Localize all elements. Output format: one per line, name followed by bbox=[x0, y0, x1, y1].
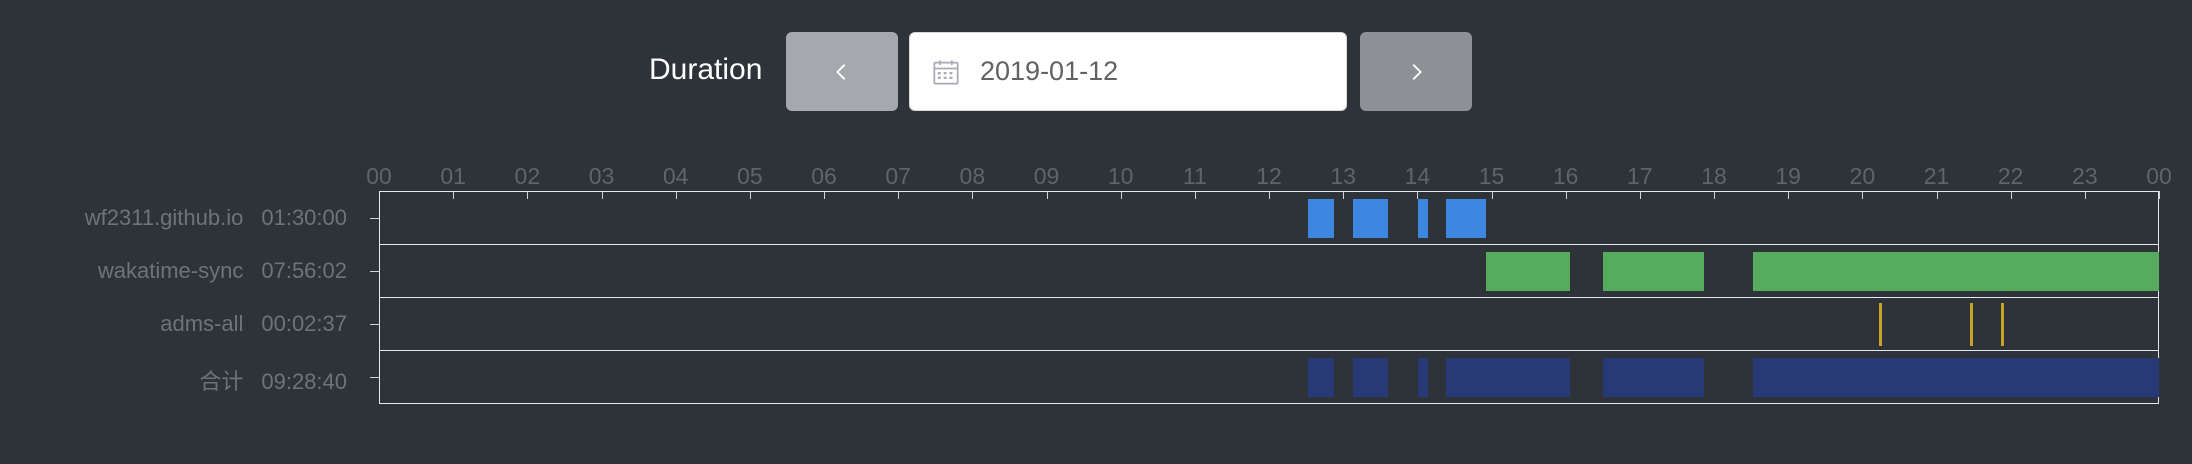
hour-tick-label: 06 bbox=[811, 163, 837, 189]
hour-tick-label: 09 bbox=[1033, 163, 1060, 189]
hour-tick-label: 02 bbox=[514, 163, 541, 189]
hour-tick-label: 08 bbox=[959, 163, 986, 189]
hour-tick-label: 07 bbox=[885, 163, 911, 189]
activity-segment[interactable] bbox=[1352, 199, 1389, 238]
hour-tick-label: 18 bbox=[1701, 163, 1727, 189]
project-name: wakatime-sync bbox=[97, 257, 244, 283]
row-tick bbox=[370, 217, 379, 219]
activity-segment[interactable] bbox=[1969, 303, 1973, 346]
hour-tick-label: 04 bbox=[662, 163, 689, 189]
hour-tick-label: 11 bbox=[1182, 163, 1207, 189]
hour-tick-label: 00 bbox=[2146, 163, 2172, 189]
hour-tick-label: 19 bbox=[1775, 163, 1801, 189]
hour-tick-label: 17 bbox=[1627, 163, 1653, 189]
activity-segment[interactable] bbox=[1445, 199, 1487, 238]
row-label: wf2311.github.io 01:30:00 bbox=[85, 205, 347, 231]
duration-timeline-chart: 00 01 02 03 04 05 06 07 08 09 10 11 12 13 14 15 16 17 18 19… bbox=[0, 0, 2192, 464]
hour-tick-label: 03 bbox=[588, 163, 615, 189]
activity-segment[interactable] bbox=[1307, 358, 1335, 397]
project-duration: 01:30:00 bbox=[261, 204, 347, 230]
activity-segment[interactable] bbox=[1445, 358, 1571, 397]
timeline-row bbox=[379, 191, 2159, 245]
hour-tick-label: 12 bbox=[1256, 163, 1282, 189]
row-tick bbox=[370, 323, 379, 325]
hour-tick-label: 01 bbox=[440, 163, 466, 189]
activity-segment[interactable] bbox=[1418, 358, 1429, 397]
timeline-row bbox=[379, 297, 2159, 351]
hour-tick-label: 20 bbox=[1849, 163, 1876, 189]
hour-tick-label: 21 bbox=[1923, 163, 1950, 189]
hour-tick-label: 16 bbox=[1552, 163, 1579, 189]
project-name: 合计 bbox=[199, 368, 244, 394]
project-name: adms-all bbox=[160, 310, 244, 336]
activity-segment[interactable] bbox=[1752, 358, 2159, 397]
hour-tick-label: 22 bbox=[1997, 163, 2024, 189]
hour-tick-label: 13 bbox=[1330, 163, 1356, 189]
hour-tick-label: 10 bbox=[1107, 163, 1134, 189]
project-duration: 00:02:37 bbox=[261, 310, 347, 336]
project-duration: 07:56:02 bbox=[261, 257, 347, 283]
activity-segment[interactable] bbox=[1307, 199, 1335, 238]
activity-segment[interactable] bbox=[1880, 252, 1973, 291]
activity-segment[interactable] bbox=[1878, 303, 1882, 346]
row-tick bbox=[370, 270, 379, 272]
activity-segment[interactable] bbox=[2001, 303, 2004, 346]
hour-tick-label: 05 bbox=[737, 163, 763, 189]
activity-segment[interactable] bbox=[1752, 252, 1881, 291]
activity-segment[interactable] bbox=[1972, 252, 2004, 291]
row-label: wakatime-sync 07:56:02 bbox=[98, 258, 347, 284]
hour-tick bbox=[2159, 191, 2160, 199]
hour-tick-label: 15 bbox=[1478, 163, 1505, 189]
hour-tick-label: 00 bbox=[366, 163, 392, 189]
activity-segment[interactable] bbox=[1352, 358, 1389, 397]
activity-segment[interactable] bbox=[1602, 358, 1704, 397]
project-duration: 09:28:40 bbox=[261, 368, 347, 394]
activity-segment[interactable] bbox=[2003, 252, 2159, 291]
row-label: 合计 09:28:40 bbox=[199, 364, 347, 396]
row-label: adms-all 00:02:37 bbox=[160, 311, 347, 337]
hour-tick-label: 14 bbox=[1404, 163, 1431, 189]
activity-segment[interactable] bbox=[1602, 252, 1704, 291]
activity-segment[interactable] bbox=[1418, 199, 1429, 238]
project-name: wf2311.github.io bbox=[84, 204, 244, 230]
row-tick bbox=[370, 376, 379, 378]
activity-segment[interactable] bbox=[1486, 252, 1571, 291]
hour-tick-label: 23 bbox=[2072, 163, 2098, 189]
